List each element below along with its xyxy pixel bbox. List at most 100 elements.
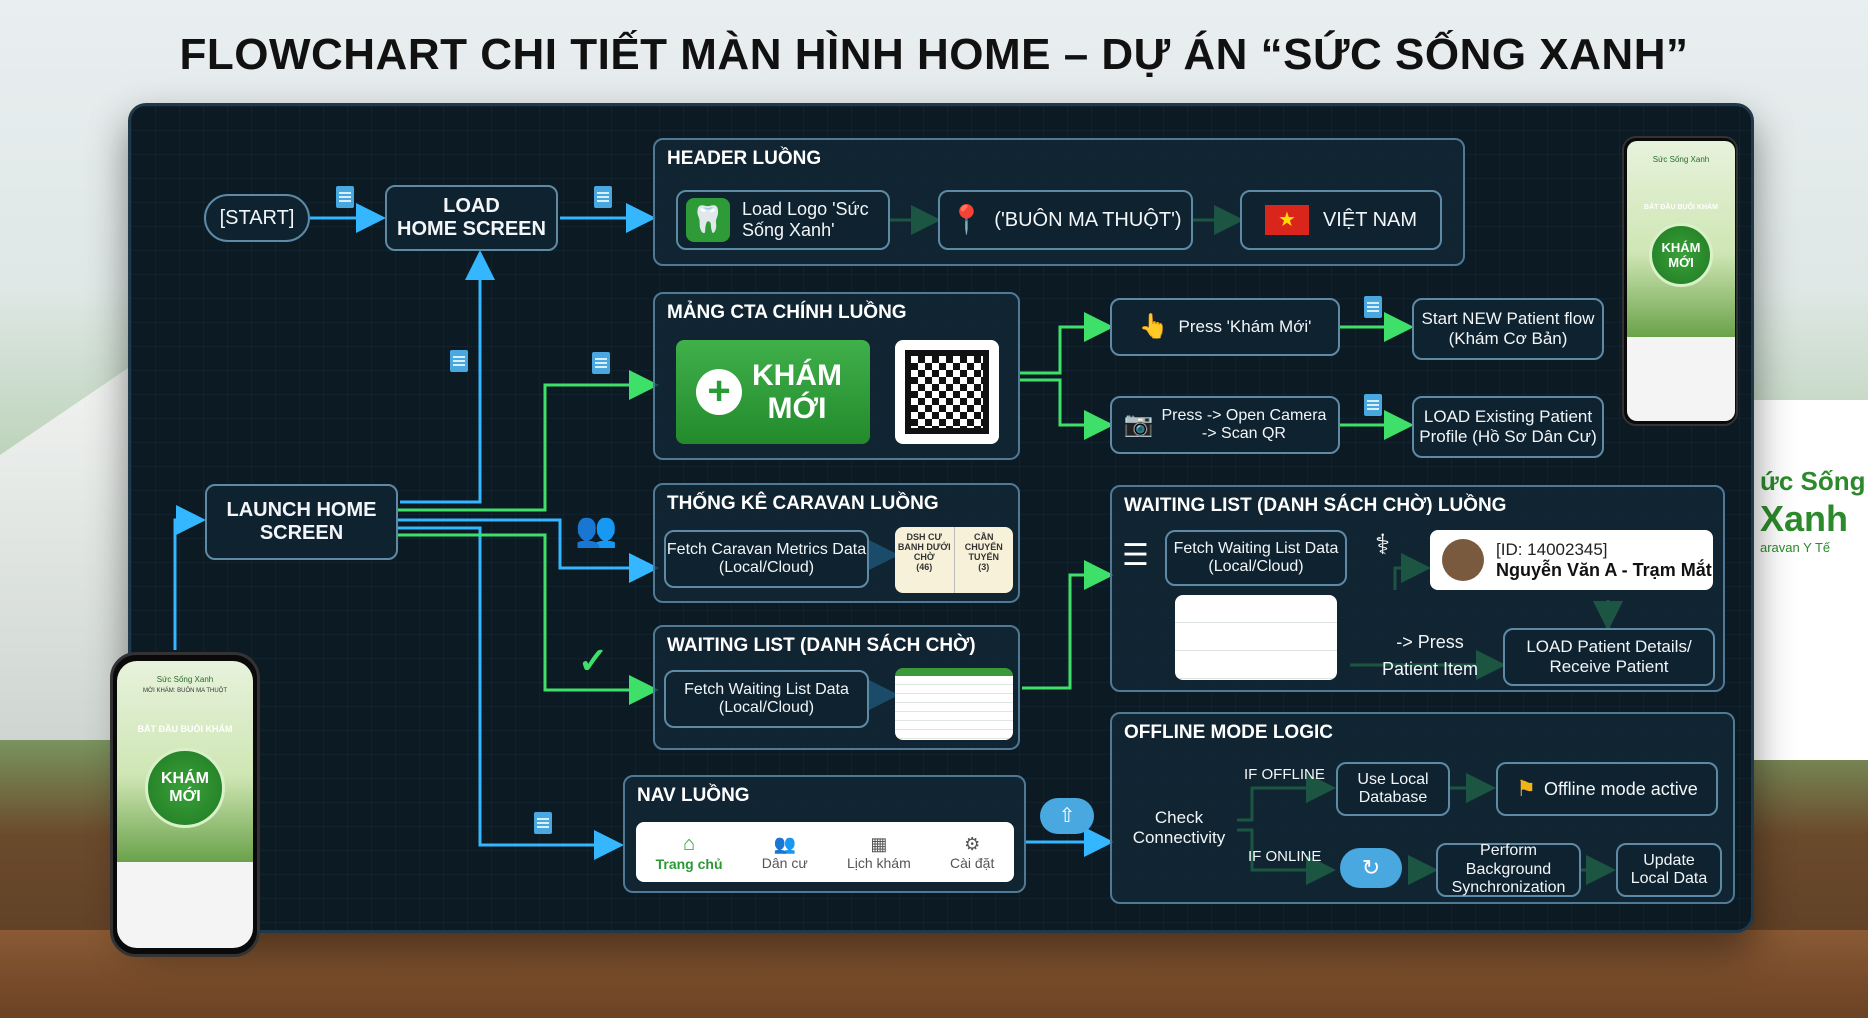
nav-group-title: NAV LUỒNG xyxy=(637,785,750,806)
qr-code-icon[interactable] xyxy=(895,340,999,444)
location-pin-icon: 📍 xyxy=(949,203,985,235)
load-home-line-2: HOME SCREEN xyxy=(397,218,546,240)
load-logo-line-1: Load Logo 'Sức xyxy=(742,199,869,220)
load-details-line-2: Receive Patient xyxy=(1549,657,1669,676)
fetch-waiting-big-line-2: (Local/Cloud) xyxy=(1208,558,1304,575)
check-line-2: Connectivity xyxy=(1132,828,1226,847)
document-icon xyxy=(534,812,552,834)
start-new-line-2: (Khám Cơ Bản) xyxy=(1448,329,1568,348)
nav-tab-schedule-label: Lịch khám xyxy=(846,854,911,871)
camera-icon: 📷 xyxy=(1123,411,1154,439)
cta-group-title: MẢNG CTA CHÍNH LUỒNG xyxy=(667,302,907,323)
phone-left-app-name: Sức Sống Xanh xyxy=(156,675,214,684)
phone-left-kham-line-2: MỚI xyxy=(169,788,201,805)
kham-moi-line-2: MỚI xyxy=(767,392,827,425)
phone-left-kham-button[interactable]: KHÁM MỚI xyxy=(145,748,225,828)
press-camera-line-2: -> Scan QR xyxy=(1201,425,1286,442)
launch-home-screen-node: LAUNCH HOME SCREEN xyxy=(205,484,398,560)
start-node: [START] xyxy=(204,194,310,242)
fetch-waiting-small-node: Fetch Waiting List Data (Local/Cloud) xyxy=(664,670,869,728)
patient-card[interactable]: [ID: 14002345] Nguyễn Văn A - Trạm Mắt xyxy=(1430,530,1713,590)
perform-line-2: Synchronization xyxy=(1451,879,1566,897)
load-existing-patient-node: LOAD Existing Patient Profile (Hồ Sơ Dân… xyxy=(1412,396,1604,458)
calendar-icon: ▦ xyxy=(870,833,888,854)
load-logo-node: 🦷 Load Logo 'Sức Sống Xanh' xyxy=(676,190,890,250)
check-line-1: Check xyxy=(1154,808,1204,827)
press-camera-line-1: Press -> Open Camera xyxy=(1161,406,1327,424)
press-camera-node: 📷 Press -> Open Camera -> Scan QR xyxy=(1110,396,1340,454)
vietnam-flag-icon: ★ xyxy=(1264,205,1309,235)
cloud-upload-icon: ⇧ xyxy=(1040,798,1094,834)
tooth-icon: 🦷 xyxy=(686,198,730,242)
caravan-group-title: THỐNG KÊ CARAVAN LUỒNG xyxy=(667,493,939,514)
location-node: 📍 ('BUÔN MA THUỘT') xyxy=(938,190,1193,250)
load-home-screen-node: LOAD HOME SCREEN xyxy=(385,185,558,251)
document-icon xyxy=(336,186,354,208)
perform-line-1: Perform Background xyxy=(1465,842,1552,878)
fetch-waiting-big-node: Fetch Waiting List Data (Local/Cloud) xyxy=(1165,530,1347,586)
fetch-waiting-small-line-1: Fetch Waiting List Data xyxy=(684,680,849,698)
cloud-sync-icon: ↻ xyxy=(1340,848,1402,888)
use-local-database-node: Use Local Database xyxy=(1336,762,1450,816)
nav-tab-residents[interactable]: 👥 Dân cư xyxy=(762,834,808,871)
phone-right-kham-button[interactable]: KHÁM MỚI xyxy=(1649,223,1713,287)
users-icon: 👥 xyxy=(773,833,796,854)
if-offline-label: IF OFFLINE xyxy=(1244,766,1325,783)
update-line-2: Local Data xyxy=(1630,870,1708,887)
nav-tab-residents-label: Dân cư xyxy=(761,854,808,871)
use-local-line-2: Database xyxy=(1358,789,1428,806)
update-local-data-node: Update Local Data xyxy=(1616,843,1722,897)
load-existing-line-1: LOAD Existing Patient xyxy=(1423,407,1593,427)
phone-right-kham-line-2: MỚI xyxy=(1668,255,1694,270)
country-text: VIỆT NAM xyxy=(1322,208,1418,231)
metric-2-value: (3) xyxy=(978,561,990,572)
phone-mockup-right: Sức Sống Xanh BẮT ĐẦU BUỔI KHÁM KHÁM MỚI xyxy=(1622,136,1738,426)
document-icon xyxy=(592,352,610,374)
fetch-caravan-line-2: (Local/Cloud) xyxy=(718,559,815,576)
fetch-caravan-line-1: Fetch Caravan Metrics Data xyxy=(666,540,867,558)
stethoscope-icon: ⚕ xyxy=(1375,529,1391,560)
fetch-waiting-big-line-1: Fetch Waiting List Data xyxy=(1173,539,1339,557)
patient-id: [ID: 14002345] xyxy=(1496,539,1608,559)
check-connectivity-label: Check Connectivity xyxy=(1120,808,1238,848)
press-kham-node: 👆 Press 'Khám Mới' xyxy=(1110,298,1340,356)
if-online-label: IF ONLINE xyxy=(1248,848,1322,865)
load-details-line-1: LOAD Patient Details/ xyxy=(1526,637,1692,657)
launch-line-1: LAUNCH HOME xyxy=(226,499,377,521)
location-text: ('BUÔN MA THUỘT') xyxy=(994,208,1182,231)
metric-1-value: (46) xyxy=(916,561,933,572)
offline-mode-active-node: ⚑ Offline mode active xyxy=(1496,762,1718,816)
use-local-line-1: Use Local xyxy=(1357,770,1429,788)
launch-line-2: SCREEN xyxy=(259,522,344,544)
hand-tap-icon: 👆 xyxy=(1138,313,1169,341)
nav-tab-home-label: Trang chủ xyxy=(655,855,723,872)
offline-active-text: Offline mode active xyxy=(1543,778,1698,799)
phone-mockup-left: Sức Sống Xanh MỜI KHÁM: BUÔN MA THUỘT BẮ… xyxy=(110,652,260,957)
document-icon xyxy=(450,350,468,372)
nav-tab-settings[interactable]: ⚙ Cài đặt xyxy=(950,834,994,871)
start-new-patient-node: Start NEW Patient flow (Khám Cơ Bản) xyxy=(1412,298,1604,360)
press-kham-text: Press 'Khám Mới' xyxy=(1178,317,1312,337)
nav-tab-home[interactable]: ⌂ Trang chủ xyxy=(656,833,723,872)
waiting-list-group-title: WAITING LIST (DANH SÁCH CHỜ) xyxy=(667,635,976,656)
nav-tab-settings-label: Cài đặt xyxy=(949,854,995,871)
perform-sync-node: Perform Background Synchronization xyxy=(1436,842,1581,897)
phone-left-banner: BẮT ĐẦU BUỔI KHÁM xyxy=(137,724,233,734)
fetch-caravan-node: Fetch Caravan Metrics Data (Local/Cloud) xyxy=(664,530,869,588)
nav-tab-schedule[interactable]: ▦ Lịch khám xyxy=(847,834,911,871)
waiting-list-flow-title: WAITING LIST (DANH SÁCH CHỜ) LUỒNG xyxy=(1124,495,1507,516)
load-patient-details-node: LOAD Patient Details/ Receive Patient xyxy=(1503,628,1715,686)
kham-moi-button[interactable]: + KHÁM MỚI xyxy=(676,340,870,444)
document-icon xyxy=(1364,296,1382,318)
caravan-metrics-card: DSH CƯ BANH DƯỚI CHỜ (46) CẦN CHUYỂN TUY… xyxy=(895,527,1013,593)
phone-left-subtitle: MỜI KHÁM: BUÔN MA THUỘT xyxy=(142,688,228,694)
press-patient-line-2: Patient Item xyxy=(1381,659,1479,679)
users-group-icon: 👥 xyxy=(575,511,618,549)
phone-right-kham-line-1: KHÁM xyxy=(1661,240,1701,255)
list-icon: ☰ xyxy=(1122,539,1149,572)
plus-icon: + xyxy=(696,369,742,415)
avatar xyxy=(1442,539,1484,581)
update-line-1: Update xyxy=(1643,851,1695,869)
waiting-list-thumbnail xyxy=(895,668,1013,740)
patient-name: Nguyễn Văn A - Trạm Mắt xyxy=(1496,559,1712,580)
